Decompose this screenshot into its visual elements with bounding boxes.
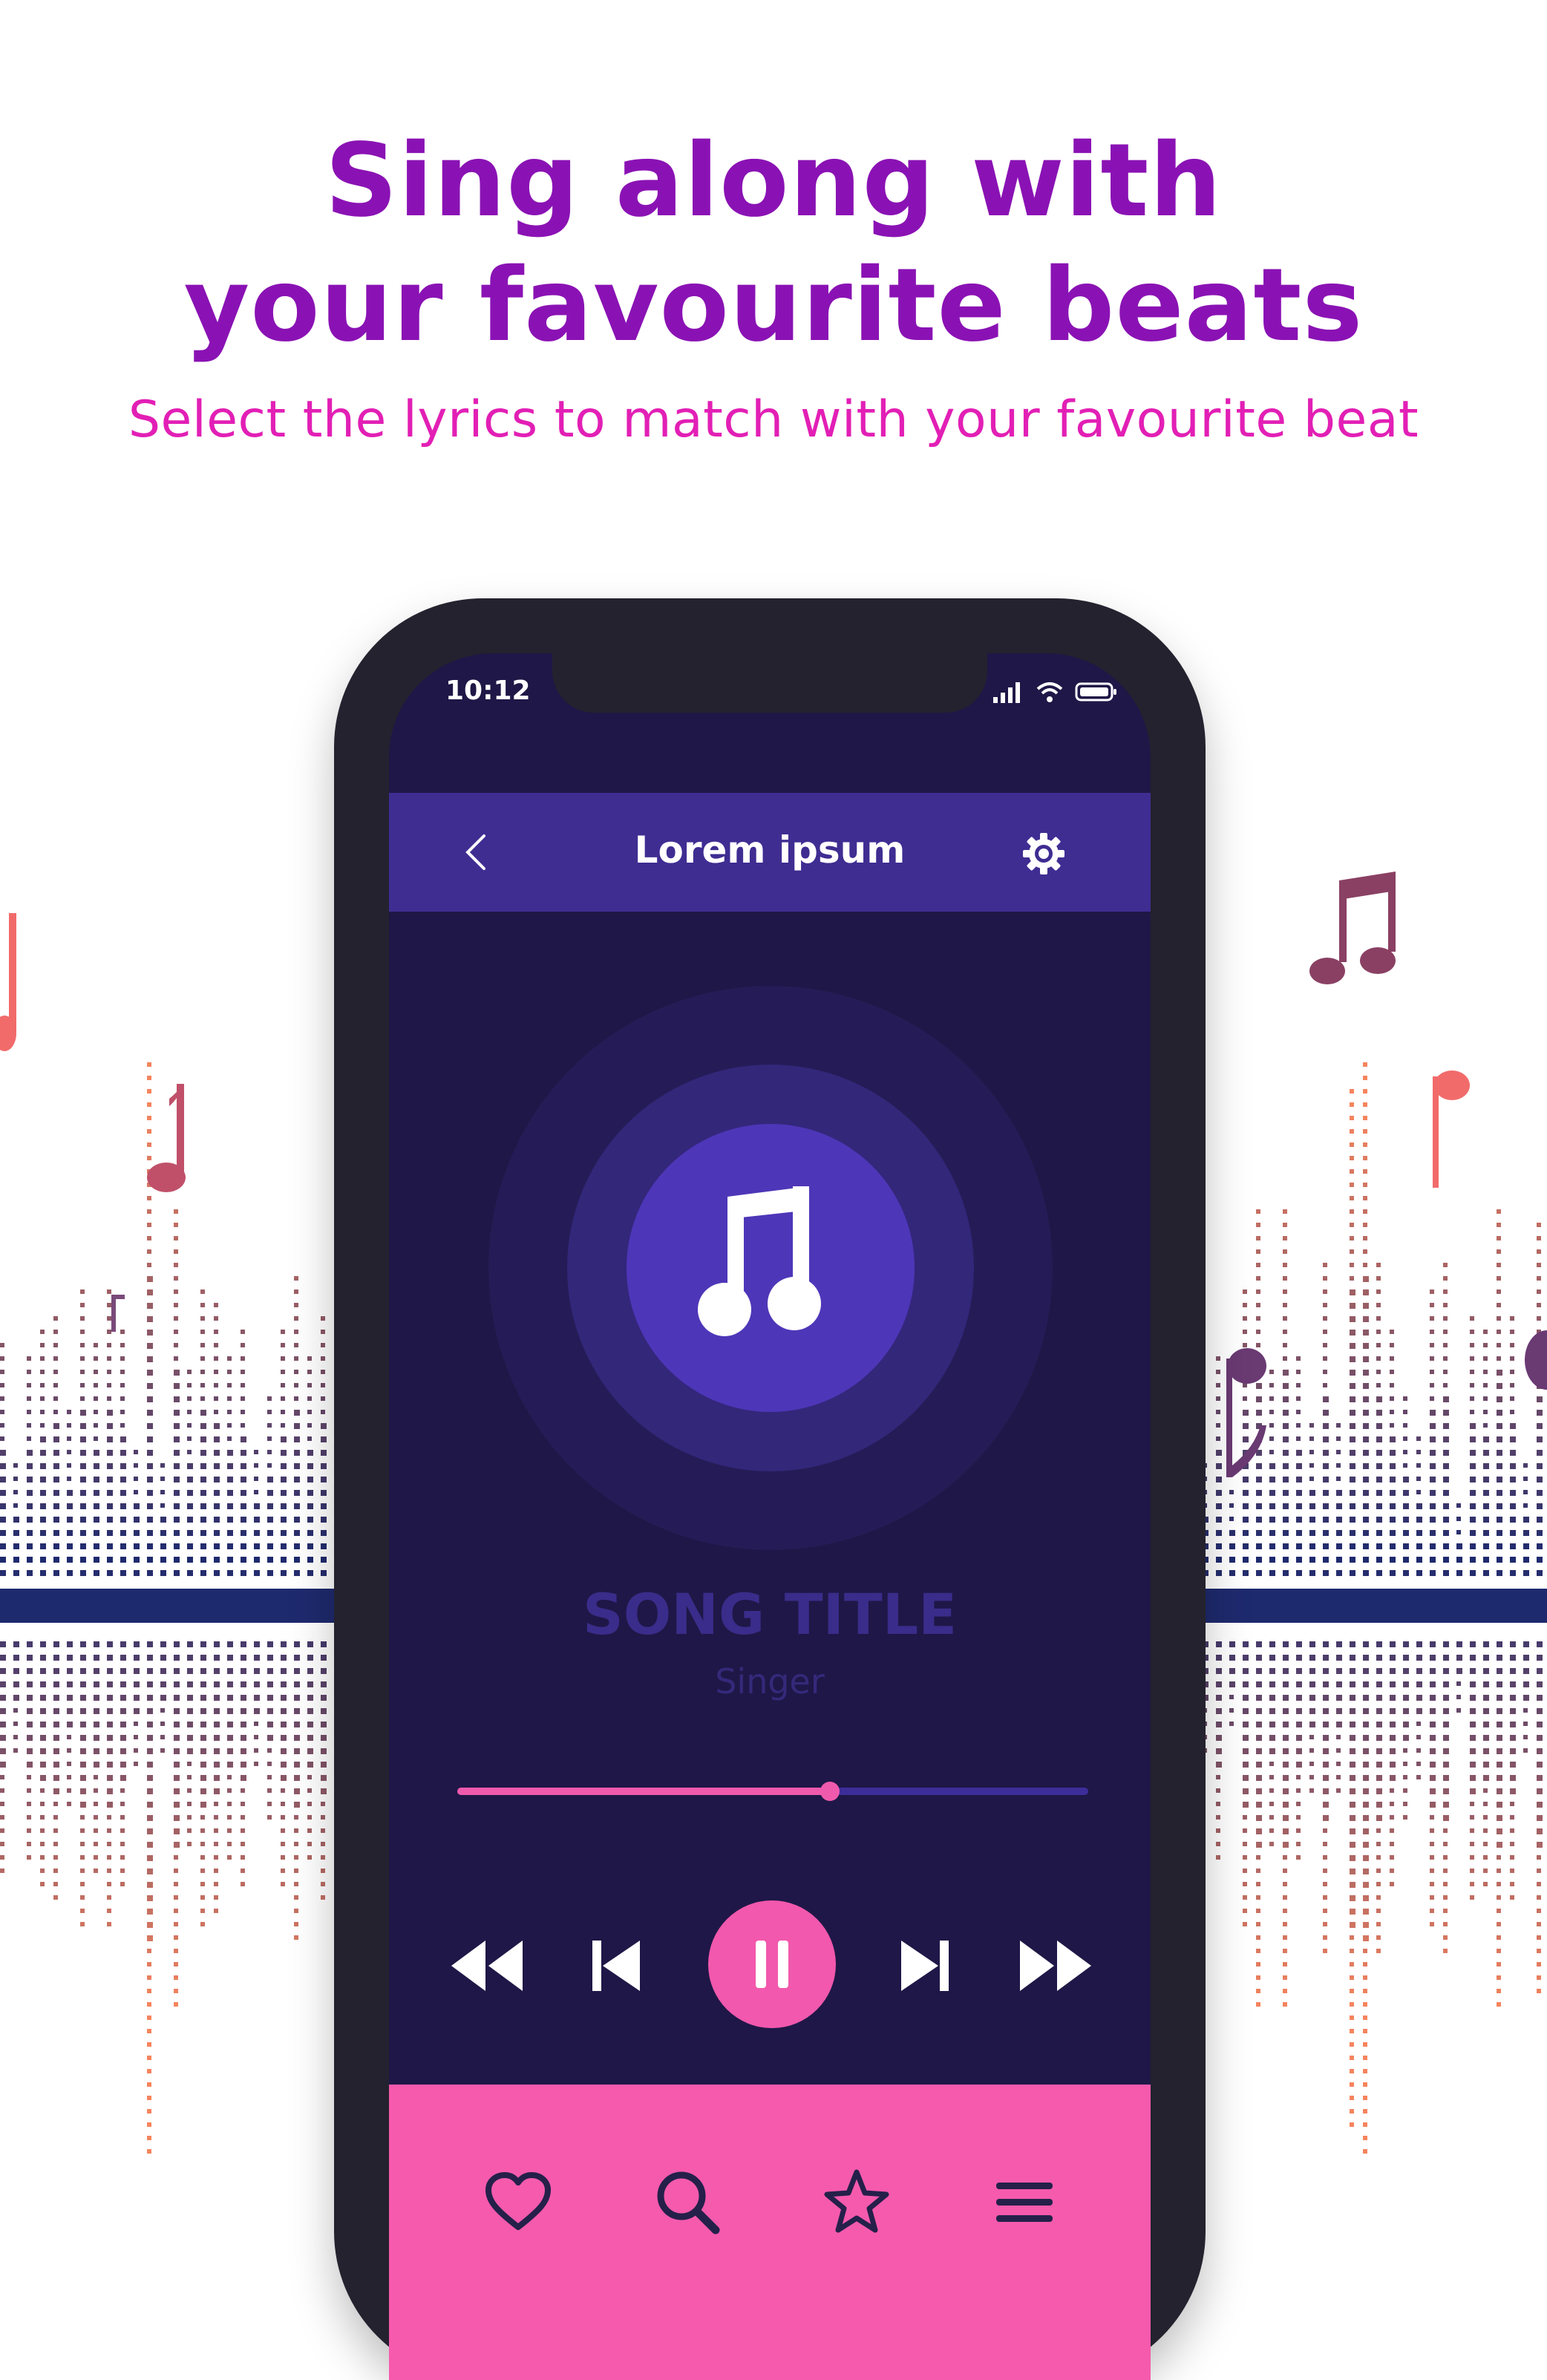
skip-previous-icon[interactable]	[591, 1939, 643, 1992]
chevron-left-icon[interactable]	[456, 830, 500, 874]
music-note-decoration-6	[1525, 1330, 1547, 1390]
bottom-navigation	[389, 2085, 1151, 2380]
battery-icon	[1075, 682, 1116, 702]
song-title: SONG TITLE	[582, 1581, 958, 1647]
music-note-decoration-1	[0, 913, 16, 1051]
music-note-decoration-4	[1433, 1070, 1470, 1188]
album-artwork	[488, 986, 1053, 1550]
pause-button[interactable]	[708, 1900, 836, 2028]
headline-line-1: Sing along with	[324, 122, 1223, 240]
rewind-icon[interactable]	[448, 1938, 526, 1994]
progress-bar[interactable]	[457, 1780, 1088, 1802]
app-bar-title: Lorem ipsum	[634, 828, 906, 872]
search-icon[interactable]	[652, 2166, 723, 2237]
status-time: 10:12	[445, 676, 531, 706]
skip-next-icon[interactable]	[898, 1939, 950, 1992]
progress-fill	[457, 1788, 830, 1795]
app-bar: Lorem ipsum	[389, 793, 1151, 912]
pause-icon	[756, 1941, 788, 1988]
phone-notch	[552, 653, 987, 713]
fast-forward-icon[interactable]	[1017, 1938, 1094, 1994]
music-note-decoration-2	[147, 1084, 186, 1192]
menu-icon[interactable]	[989, 2166, 1060, 2237]
wifi-icon	[1036, 682, 1063, 702]
star-icon[interactable]	[821, 2166, 892, 2237]
music-note-decoration-3	[1309, 872, 1396, 984]
heart-icon[interactable]	[483, 2166, 554, 2237]
headline-line-2: your favourite beats	[183, 247, 1364, 364]
playback-controls	[389, 1900, 1151, 2034]
music-note-decoration-7	[111, 1295, 125, 1332]
signal-icon	[993, 682, 1020, 703]
phone-mockup: 10:12 Lorem ipsum SONG TITLE Singer	[334, 598, 1206, 2380]
singer-name: Singer	[715, 1661, 825, 1701]
status-icons	[992, 680, 1118, 704]
headline: Sing along with your favourite beats	[0, 119, 1547, 368]
subtitle: Select the lyrics to match with your fav…	[128, 390, 1419, 449]
phone-screen: 10:12 Lorem ipsum SONG TITLE Singer	[389, 653, 1151, 2380]
progress-handle[interactable]	[820, 1782, 840, 1801]
gear-icon[interactable]	[1020, 830, 1067, 877]
